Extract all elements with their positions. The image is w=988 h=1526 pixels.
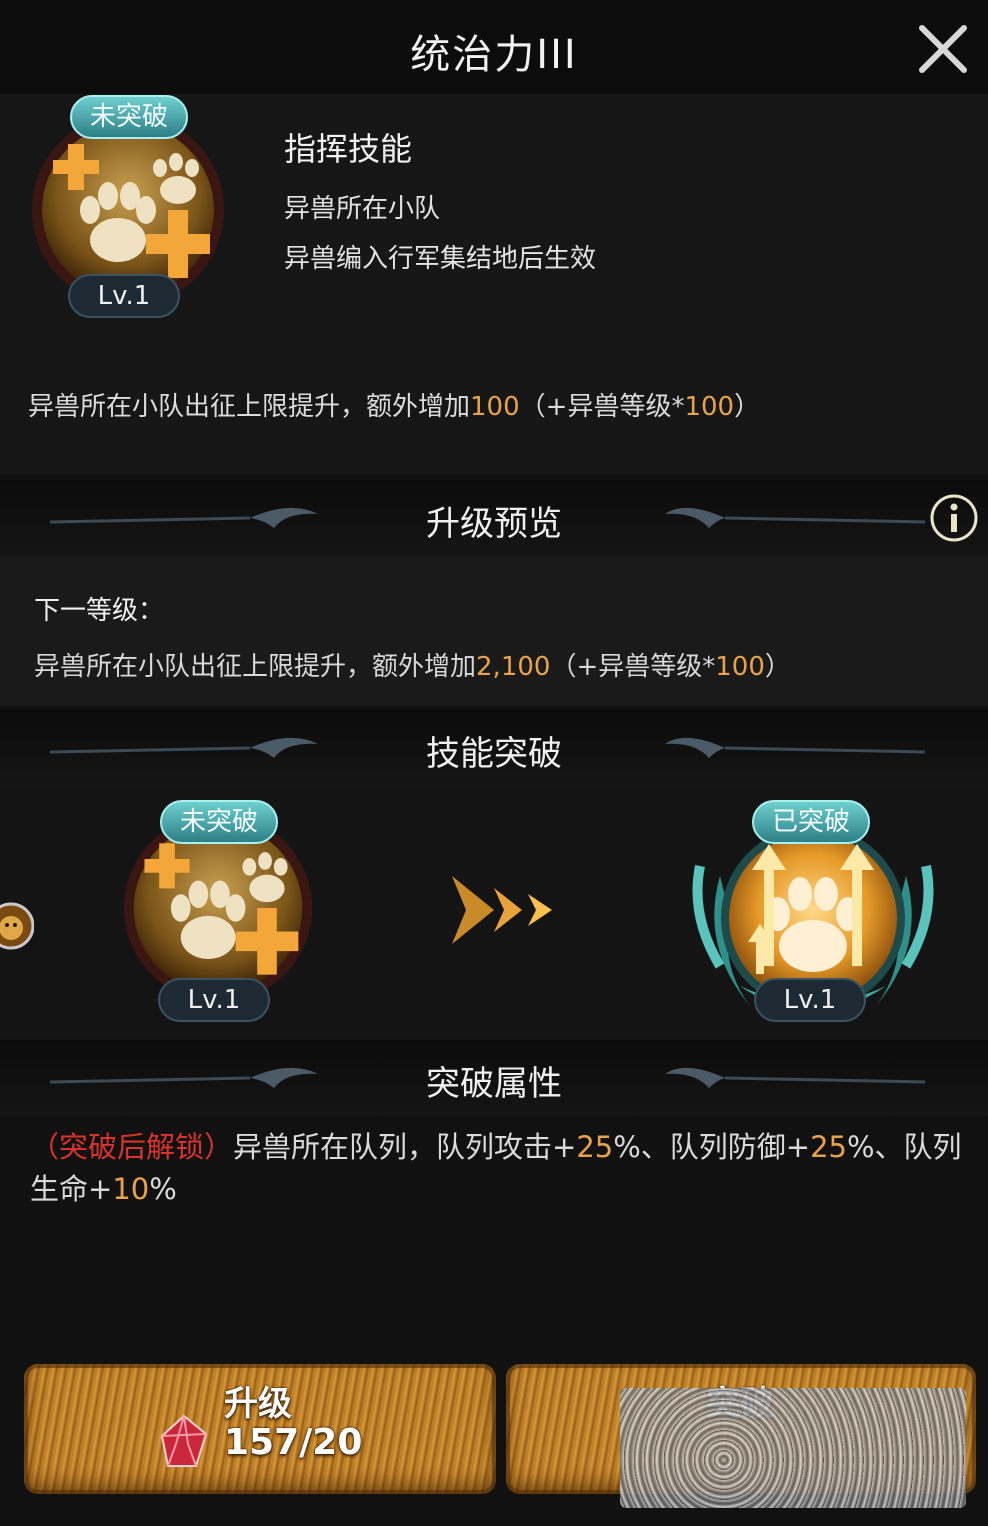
next-level-description: 异兽所在小队出征上限提升，额外增加2,100（+异兽等级*100） bbox=[34, 652, 791, 682]
upgrade-button[interactable]: 升级 157/20 bbox=[24, 1364, 496, 1494]
attributes-header: 突破属性 bbox=[0, 1040, 988, 1116]
preview-header: 升级预览 bbox=[0, 480, 988, 556]
before-status-badge: 未突破 bbox=[160, 800, 278, 844]
skill-description: 异兽所在小队出征上限提升，额外增加100（+异兽等级*100） bbox=[28, 392, 761, 422]
right-ornament bbox=[665, 737, 925, 758]
triple-chevron-right-icon bbox=[452, 876, 552, 944]
skill-status-badge: 未突破 bbox=[70, 95, 188, 139]
preview-panel bbox=[0, 556, 988, 706]
after-status-badge: 已突破 bbox=[752, 800, 870, 844]
upgrade-cost: 157/20 bbox=[224, 1422, 363, 1463]
after-level-badge: Lv.1 bbox=[754, 978, 866, 1022]
skill-condition: 异兽编入行军集结地后生效 bbox=[284, 244, 597, 274]
skill-level-badge: Lv.1 bbox=[68, 274, 180, 318]
attribute-description: （突破后解锁）异兽所在队列，队列攻击+25%、队列防御+25%、队列生命+10% bbox=[30, 1130, 962, 1206]
info-icon[interactable] bbox=[928, 492, 980, 544]
red-crystal-icon bbox=[160, 1414, 208, 1467]
upgrade-label: 升级 bbox=[224, 1384, 292, 1424]
next-level-label: 下一等级： bbox=[34, 596, 165, 626]
title-bar: 统治力III bbox=[0, 0, 988, 94]
breakthrough-header: 技能突破 bbox=[0, 710, 988, 786]
close-icon[interactable] bbox=[916, 22, 970, 76]
disabled-overlay bbox=[620, 1388, 966, 1508]
right-ornament bbox=[665, 1067, 925, 1088]
before-level-badge: Lv.1 bbox=[158, 978, 270, 1022]
skill-type: 指挥技能 bbox=[284, 130, 413, 168]
skill-scope: 异兽所在小队 bbox=[284, 194, 441, 224]
right-ornament bbox=[665, 507, 925, 528]
page-title: 统治力III bbox=[410, 32, 578, 78]
lion-avatar[interactable] bbox=[0, 888, 34, 964]
